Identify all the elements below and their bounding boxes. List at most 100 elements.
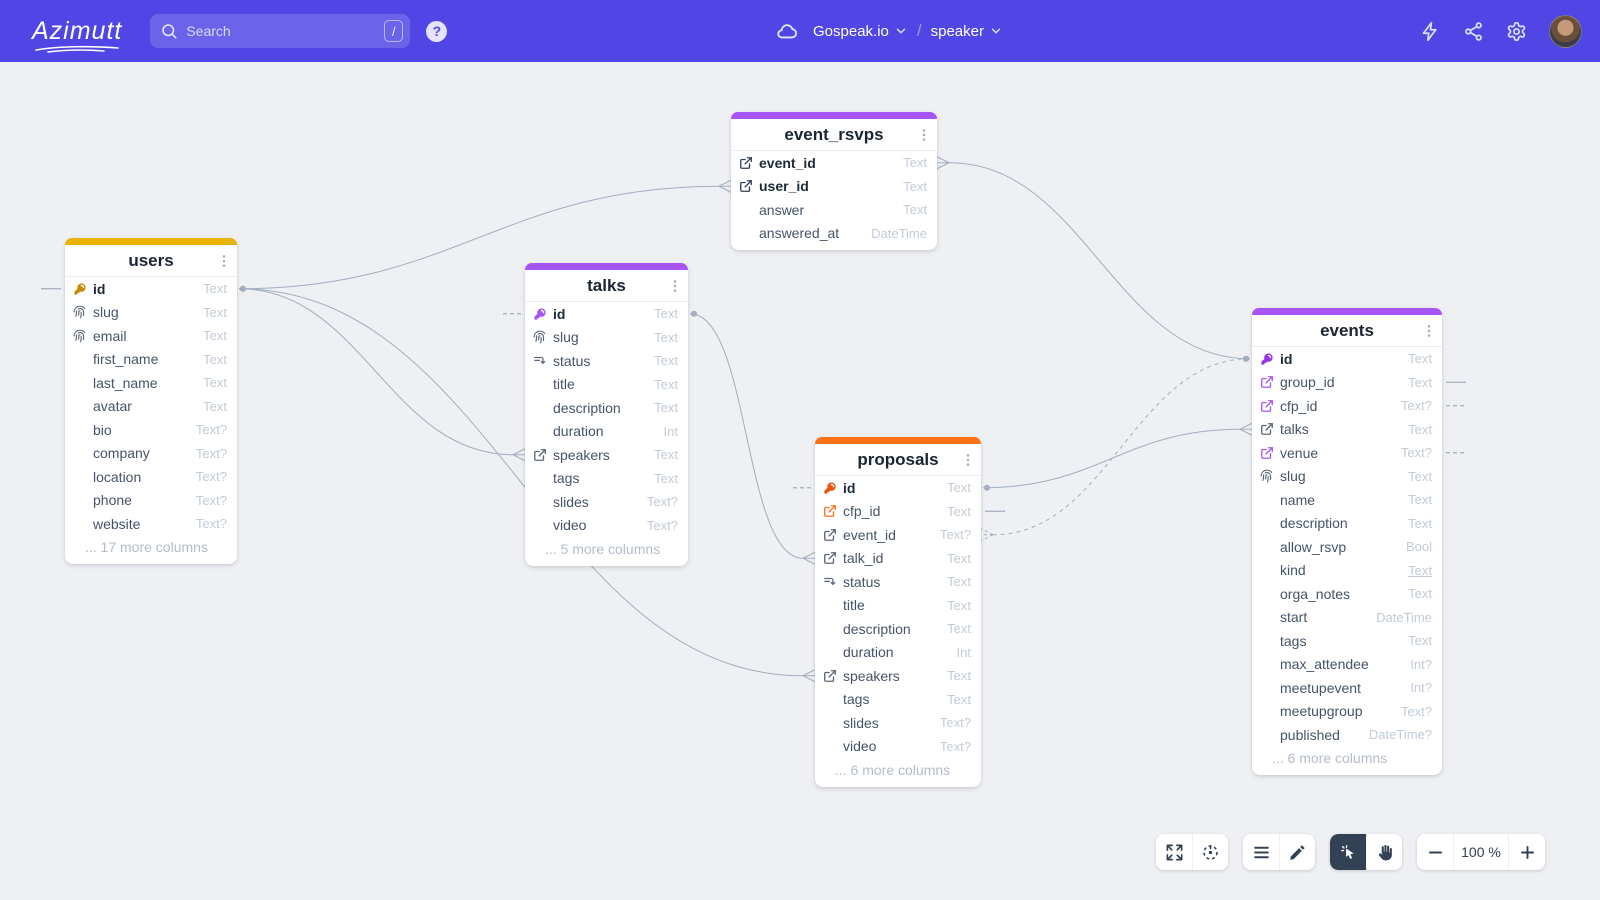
column-row-users-avatar[interactable]: avatarText	[65, 395, 237, 419]
column-row-users-id[interactable]: idText	[65, 277, 237, 301]
column-row-users-website[interactable]: websiteText?	[65, 512, 237, 536]
column-row-events-slug[interactable]: slugText	[1252, 465, 1442, 489]
column-row-proposals-description[interactable]: descriptionText	[815, 617, 981, 641]
column-row-event_rsvps-user_id[interactable]: user_idText	[731, 175, 937, 199]
kebab-menu-icon[interactable]	[216, 253, 232, 269]
column-row-proposals-status[interactable]: statusText	[815, 570, 981, 594]
column-row-events-meetupevent[interactable]: meetupeventInt?	[1252, 676, 1442, 700]
more-columns-row[interactable]: ... 17 more columns	[65, 536, 237, 560]
column-row-proposals-video[interactable]: videoText?	[815, 735, 981, 759]
zoom-in-button[interactable]	[1509, 834, 1545, 870]
column-row-proposals-duration[interactable]: durationInt	[815, 641, 981, 665]
column-row-events-cfp_id[interactable]: cfp_idText?	[1252, 394, 1442, 418]
column-row-talks-title[interactable]: titleText	[525, 373, 688, 397]
azimutt-logo[interactable]: Azimutt	[32, 17, 122, 46]
fit-view-button[interactable]	[1156, 834, 1192, 870]
relation-proposals-id-to-events-talks	[983, 429, 1240, 488]
column-row-events-name[interactable]: nameText	[1252, 488, 1442, 512]
plus-icon	[1518, 843, 1537, 862]
more-columns-row[interactable]: ... 5 more columns	[525, 537, 688, 561]
column-row-events-orga_notes[interactable]: orga_notesText	[1252, 582, 1442, 606]
column-row-events-max_attendee[interactable]: max_attendeeInt?	[1252, 653, 1442, 677]
search-input[interactable]	[150, 14, 410, 48]
table-proposals[interactable]: proposalsidTextcfp_idTextevent_idText?ta…	[815, 437, 981, 787]
column-row-event_rsvps-event_id[interactable]: event_idText	[731, 151, 937, 175]
column-row-users-slug[interactable]: slugText	[65, 301, 237, 325]
column-row-proposals-id[interactable]: idText	[815, 476, 981, 500]
breadcrumb-separator: /	[917, 21, 922, 41]
column-row-proposals-speakers[interactable]: speakersText	[815, 664, 981, 688]
auto-arrange-button[interactable]	[1192, 834, 1228, 870]
table-header[interactable]: proposals	[815, 444, 981, 476]
edit-button[interactable]	[1279, 834, 1315, 870]
pan-hand-button[interactable]	[1366, 834, 1402, 870]
layout-selector[interactable]: speaker	[931, 23, 1003, 40]
share-icon[interactable]	[1463, 21, 1484, 42]
column-row-event_rsvps-answer[interactable]: answerText	[731, 198, 937, 222]
column-row-users-last_name[interactable]: last_nameText	[65, 371, 237, 395]
column-row-events-kind[interactable]: kindText	[1252, 559, 1442, 583]
column-row-users-phone[interactable]: phoneText?	[65, 489, 237, 513]
table-event_rsvps[interactable]: event_rsvpsevent_idTextuser_idTextanswer…	[731, 112, 937, 250]
more-columns-row[interactable]: ... 6 more columns	[815, 758, 981, 782]
column-row-talks-tags[interactable]: tagsText	[525, 467, 688, 491]
column-row-users-company[interactable]: companyText?	[65, 442, 237, 466]
column-row-talks-video[interactable]: videoText?	[525, 514, 688, 538]
column-row-proposals-event_id[interactable]: event_idText?	[815, 523, 981, 547]
column-row-talks-duration[interactable]: durationInt	[525, 420, 688, 444]
help-button[interactable]: ?	[426, 21, 447, 42]
kebab-menu-icon[interactable]	[960, 452, 976, 468]
user-avatar[interactable]	[1549, 15, 1582, 48]
project-selector[interactable]: Gospeak.io	[813, 23, 908, 40]
column-row-events-start[interactable]: startDateTime	[1252, 606, 1442, 630]
column-row-events-description[interactable]: descriptionText	[1252, 512, 1442, 536]
column-row-talks-description[interactable]: descriptionText	[525, 396, 688, 420]
column-row-event_rsvps-answered_at[interactable]: answered_atDateTime	[731, 222, 937, 246]
column-row-talks-slides[interactable]: slidesText?	[525, 490, 688, 514]
index-icon	[823, 575, 837, 589]
kebab-menu-icon[interactable]	[667, 278, 683, 294]
select-cursor-button[interactable]	[1330, 834, 1366, 870]
column-name: cfp_id	[1280, 398, 1317, 414]
table-header[interactable]: event_rsvps	[731, 119, 937, 151]
column-row-proposals-title[interactable]: titleText	[815, 594, 981, 618]
table-header[interactable]: users	[65, 245, 237, 277]
top-navbar: Azimutt / ? Gospeak.io / speaker	[0, 0, 1600, 62]
kebab-menu-icon[interactable]	[1421, 323, 1437, 339]
index-icon	[533, 354, 547, 368]
column-row-users-location[interactable]: locationText?	[65, 465, 237, 489]
zoom-level[interactable]: 100 %	[1453, 834, 1509, 870]
column-row-proposals-talk_id[interactable]: talk_idText	[815, 547, 981, 571]
table-talks[interactable]: talksidTextslugTextstatusTexttitleTextde…	[525, 263, 688, 566]
diagram-canvas[interactable]: usersidTextslugTextemailTextfirst_nameTe…	[0, 0, 1600, 900]
column-row-events-id[interactable]: idText	[1252, 347, 1442, 371]
column-row-proposals-cfp_id[interactable]: cfp_idText	[815, 500, 981, 524]
table-header[interactable]: events	[1252, 315, 1442, 347]
column-row-talks-speakers[interactable]: speakersText	[525, 443, 688, 467]
column-row-proposals-slides[interactable]: slidesText?	[815, 711, 981, 735]
zoom-out-button[interactable]	[1417, 834, 1453, 870]
column-row-users-bio[interactable]: bioText?	[65, 418, 237, 442]
lightning-icon[interactable]	[1420, 21, 1441, 42]
column-row-users-first_name[interactable]: first_nameText	[65, 348, 237, 372]
table-header[interactable]: talks	[525, 270, 688, 302]
column-row-talks-slug[interactable]: slugText	[525, 326, 688, 350]
column-row-events-published[interactable]: publishedDateTime?	[1252, 723, 1442, 747]
column-row-events-venue[interactable]: venueText?	[1252, 441, 1442, 465]
column-row-events-group_id[interactable]: group_idText	[1252, 371, 1442, 395]
column-row-events-allow_rsvp[interactable]: allow_rsvpBool	[1252, 535, 1442, 559]
gear-icon[interactable]	[1506, 21, 1527, 42]
column-row-events-talks[interactable]: talksText	[1252, 418, 1442, 442]
tables-list-button[interactable]	[1243, 834, 1279, 870]
column-row-events-meetupgroup[interactable]: meetupgroupText?	[1252, 700, 1442, 724]
table-users[interactable]: usersidTextslugTextemailTextfirst_nameTe…	[65, 238, 237, 564]
kebab-menu-icon[interactable]	[916, 127, 932, 143]
column-name: last_name	[93, 375, 158, 391]
column-row-talks-id[interactable]: idText	[525, 302, 688, 326]
more-columns-row[interactable]: ... 6 more columns	[1252, 747, 1442, 771]
column-row-proposals-tags[interactable]: tagsText	[815, 688, 981, 712]
table-events[interactable]: eventsidTextgroup_idTextcfp_idText?talks…	[1252, 308, 1442, 775]
column-row-users-email[interactable]: emailText	[65, 324, 237, 348]
column-row-talks-status[interactable]: statusText	[525, 349, 688, 373]
column-row-events-tags[interactable]: tagsText	[1252, 629, 1442, 653]
